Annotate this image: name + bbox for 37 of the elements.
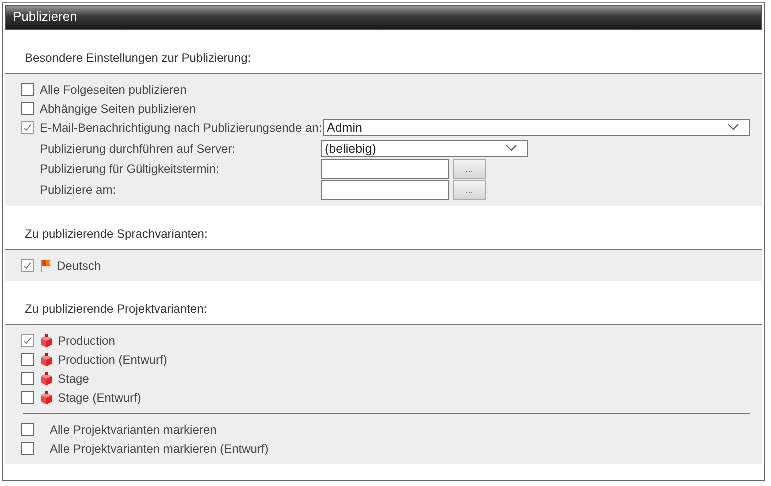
checkbox[interactable] bbox=[21, 423, 34, 436]
option-label: Stage bbox=[58, 372, 90, 386]
option-label: Abhängige Seiten publizieren bbox=[40, 102, 196, 116]
option-label: Publizierung für Gültigkeitstermin: bbox=[40, 162, 220, 176]
option-label: Production (Entwurf) bbox=[58, 352, 168, 366]
option-label: Publizierung durchführen auf Server: bbox=[40, 142, 236, 156]
window-title: Publizieren bbox=[5, 5, 762, 30]
checkbox[interactable] bbox=[21, 259, 34, 272]
checkbox[interactable] bbox=[21, 391, 34, 404]
checkbox[interactable] bbox=[21, 121, 34, 134]
pick-date-button[interactable]: ... bbox=[453, 158, 486, 178]
checkbox[interactable] bbox=[21, 353, 34, 366]
option-label: Stage (Entwurf) bbox=[58, 390, 142, 404]
checkbox[interactable] bbox=[21, 83, 34, 96]
option-label: Publiziere am: bbox=[40, 182, 116, 196]
cube-icon bbox=[40, 352, 53, 366]
dropdown[interactable]: (beliebig) bbox=[321, 140, 528, 157]
dropdown[interactable]: Admin bbox=[323, 119, 750, 136]
option-label: Alle Projektvarianten markieren (Entwurf) bbox=[50, 442, 269, 456]
flag-icon bbox=[40, 258, 52, 272]
checkbox[interactable] bbox=[21, 334, 34, 347]
chevron-down-icon bbox=[506, 145, 517, 152]
option-label: E-Mail-Benachrichtigung nach Publizierungsende an: bbox=[40, 120, 322, 134]
option-label: Production bbox=[58, 334, 116, 348]
pick-date-button[interactable]: ... bbox=[453, 180, 486, 200]
date-field[interactable] bbox=[321, 158, 449, 178]
option-label: Alle Projektvarianten markieren bbox=[50, 422, 217, 436]
cube-icon bbox=[40, 372, 53, 386]
cube-icon bbox=[40, 390, 53, 404]
option-label: Alle Folgeseiten publizieren bbox=[40, 82, 187, 96]
checkbox[interactable] bbox=[21, 442, 34, 455]
option-label: Deutsch bbox=[57, 258, 102, 272]
date-field[interactable] bbox=[321, 180, 449, 200]
cube-icon bbox=[40, 334, 53, 348]
chevron-down-icon bbox=[728, 124, 739, 131]
checkbox[interactable] bbox=[21, 102, 34, 115]
checkbox[interactable] bbox=[21, 372, 34, 385]
